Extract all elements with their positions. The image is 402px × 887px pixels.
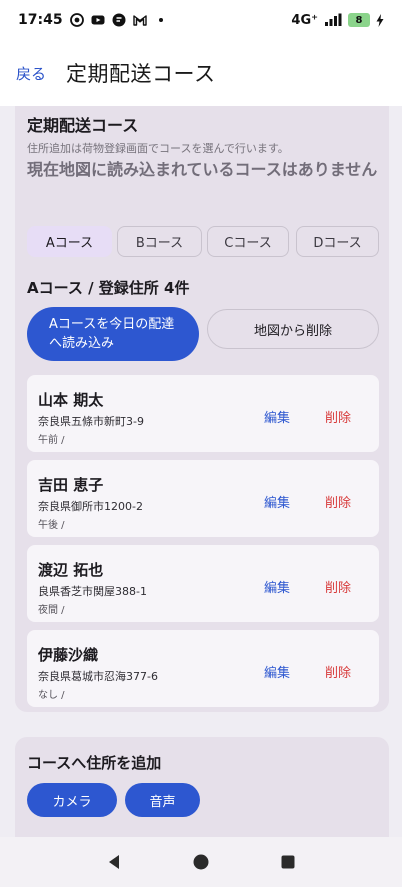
delivery-time: なし /	[38, 690, 65, 701]
nav-back-button[interactable]	[94, 842, 134, 882]
section-title: 定期配送コース	[27, 116, 139, 135]
status-bar: 17:45 4G⁺ 8	[0, 0, 402, 40]
address-item: 伊藤沙織 奈良県葛城市忍海377-6 なし / 編集 削除	[27, 630, 379, 707]
remove-from-map-button[interactable]: 地図から削除	[207, 309, 379, 349]
edit-button[interactable]: 編集	[264, 662, 290, 681]
nav-home-button[interactable]	[181, 842, 221, 882]
delete-button[interactable]: 削除	[325, 492, 351, 511]
camera-button[interactable]: カメラ	[27, 783, 117, 817]
edit-button[interactable]: 編集	[264, 407, 290, 426]
home-circle-icon	[193, 854, 209, 870]
delivery-time: 夜間 /	[38, 605, 65, 616]
tab-course-b[interactable]: Bコース	[117, 226, 202, 257]
app-header: 戻る 定期配送コース	[0, 40, 402, 106]
network-label: 4G⁺	[291, 12, 318, 28]
nav-recents-button[interactable]	[268, 842, 308, 882]
battery-level: 8	[355, 14, 363, 26]
tab-course-d[interactable]: Dコース	[296, 226, 379, 257]
delivery-time: 午前 /	[38, 435, 65, 446]
load-course-button[interactable]: Aコースを今日の配達へ読み込み	[27, 307, 199, 361]
edit-button[interactable]: 編集	[264, 492, 290, 511]
back-link[interactable]: 戻る	[16, 63, 46, 84]
address-item: 山本 期太 奈良県五條市新町3-9 午前 / 編集 削除	[27, 375, 379, 452]
signal-icon	[325, 13, 342, 26]
battery-icon: 8	[348, 13, 370, 27]
address-text: 奈良県御所市1200-2	[38, 500, 143, 513]
app-screen: 17:45 4G⁺ 8 戻る 定期配送コース 定期配送コース 住所追加は荷物登録…	[0, 0, 402, 887]
page-title: 定期配送コース	[66, 62, 216, 86]
course-card: 定期配送コース 住所追加は荷物登録画面でコースを選んで行います。 現在地図に読み…	[15, 106, 389, 712]
tab-course-a[interactable]: Aコース	[27, 226, 112, 257]
edit-button[interactable]: 編集	[264, 577, 290, 596]
hint-text: 住所追加は荷物登録画面でコースを選んで行います。	[27, 142, 289, 155]
voice-button[interactable]: 音声	[125, 783, 200, 817]
address-name: 山本 期太	[38, 391, 104, 409]
address-name: 渡辺 拓也	[38, 561, 104, 579]
at-icon	[69, 13, 84, 27]
content-area[interactable]: 定期配送コース 住所追加は荷物登録画面でコースを選んで行います。 現在地図に読み…	[0, 106, 402, 837]
back-triangle-icon	[108, 855, 119, 869]
gmail-icon	[132, 15, 147, 26]
youtube-icon	[91, 15, 105, 25]
address-text: 奈良県五條市新町3-9	[38, 415, 144, 428]
status-time: 17:45	[18, 12, 63, 28]
no-course-message: 現在地図に読み込まれているコースはありません	[27, 160, 378, 179]
chat-icon	[112, 13, 126, 27]
add-address-card: コースへ住所を追加 カメラ 音声	[15, 737, 389, 837]
delete-button[interactable]: 削除	[325, 577, 351, 596]
system-nav-bar	[0, 837, 402, 887]
dot-icon	[158, 18, 163, 22]
add-address-title: コースへ住所を追加	[27, 754, 162, 772]
address-text: 良県香芝市関屋388-1	[38, 585, 147, 598]
course-heading: Aコース / 登録住所 4件	[27, 279, 190, 297]
address-item: 吉田 恵子 奈良県御所市1200-2 午後 / 編集 削除	[27, 460, 379, 537]
charging-icon	[376, 13, 384, 27]
tab-course-c[interactable]: Cコース	[207, 226, 289, 257]
recents-square-icon	[281, 855, 295, 869]
address-text: 奈良県葛城市忍海377-6	[38, 670, 158, 683]
address-name: 吉田 恵子	[38, 476, 104, 494]
address-name: 伊藤沙織	[38, 646, 99, 664]
delete-button[interactable]: 削除	[325, 407, 351, 426]
delivery-time: 午後 /	[38, 520, 65, 531]
address-item: 渡辺 拓也 良県香芝市関屋388-1 夜間 / 編集 削除	[27, 545, 379, 622]
delete-button[interactable]: 削除	[325, 662, 351, 681]
